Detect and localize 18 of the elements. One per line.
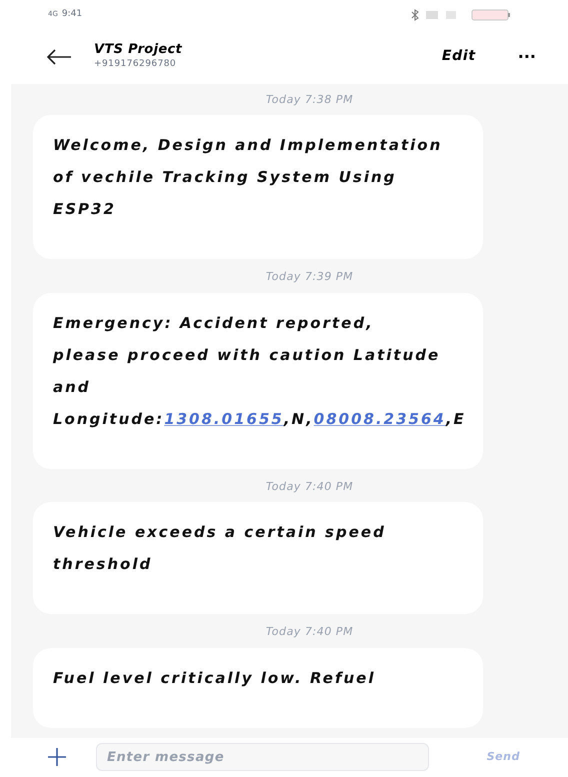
message-input[interactable]: Enter message: [96, 743, 429, 772]
message-timestamp: Today 7:40 PM: [264, 624, 354, 640]
more-button[interactable]: ···: [518, 44, 536, 69]
edit-button[interactable]: Edit: [442, 46, 476, 68]
message-text: Welcome, Design and Implementation of vechile Tracking System Using ESP32: [53, 135, 444, 220]
status-time: 9:41: [62, 8, 82, 21]
message-text: Emergency: Accident reported, please proceed with caution Latitude and Longitude:1308.01655,N,08008.23564,E: [53, 312, 463, 430]
message-timestamp: Today 7:38 PM: [264, 92, 354, 108]
coordinate-link[interactable]: 1308.01655: [164, 410, 284, 428]
coordinate-link[interactable]: 08008.23564: [314, 410, 446, 428]
message-timestamp: Today 7:40 PM: [264, 478, 354, 495]
message-timestamp: Today 7:39 PM: [264, 269, 354, 286]
contact-name: VTS Project: [94, 42, 184, 58]
back-arrow-icon[interactable]: [46, 48, 72, 65]
message-text: Vehicle exceeds a certain speed threshold: [53, 522, 387, 576]
message-text: Fuel level critically low. Refuel: [53, 668, 376, 689]
phone-number: +919176296780: [94, 58, 178, 71]
plus-icon[interactable]: [48, 748, 66, 766]
